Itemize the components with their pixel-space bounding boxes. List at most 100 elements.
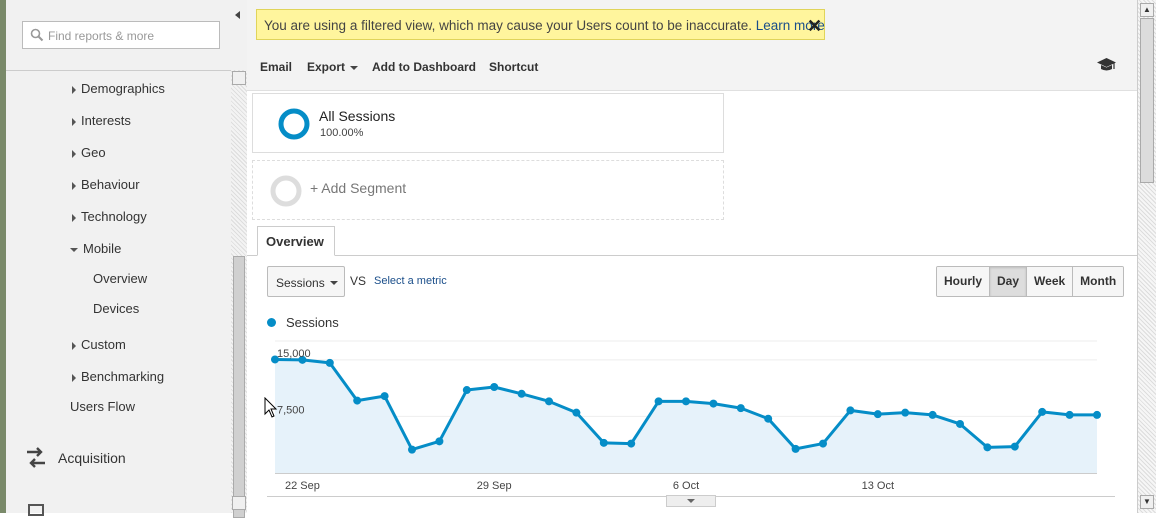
data-point[interactable] — [819, 439, 827, 448]
data-point[interactable] — [1093, 410, 1101, 419]
segment-percent: 100.00% — [320, 127, 364, 139]
sidebar-item-mobile-overview[interactable]: Overview — [93, 271, 147, 286]
export-button[interactable]: Export — [307, 60, 359, 74]
sidebar-item-interests[interactable]: Interests — [72, 113, 131, 128]
scroll-up-arrow-icon[interactable]: ▲ — [1140, 3, 1154, 17]
metric-dropdown-value: Sessions — [276, 276, 325, 290]
data-point[interactable] — [983, 443, 992, 452]
y-tick-label: 15,000 — [277, 348, 311, 360]
data-point[interactable] — [846, 406, 855, 415]
data-point[interactable] — [380, 392, 389, 401]
banner-text: You are using a filtered view, which may… — [264, 18, 753, 33]
sidebar-item-mobile[interactable]: Mobile — [70, 241, 121, 256]
x-tick-label: 22 Sep — [285, 480, 320, 492]
behavior-icon — [28, 504, 44, 516]
expand-arrow-icon — [72, 117, 76, 126]
period-day-button[interactable]: Day — [990, 267, 1028, 296]
search-placeholder: Find reports & more — [48, 29, 155, 43]
sidebar-item-custom[interactable]: Custom — [72, 337, 126, 352]
data-point[interactable] — [1065, 410, 1074, 419]
collapse-arrow-icon — [70, 247, 78, 252]
mouse-cursor-icon — [264, 397, 278, 418]
chevron-down-icon — [350, 65, 359, 70]
period-hourly-button[interactable]: Hourly — [937, 267, 991, 296]
data-point[interactable] — [764, 414, 773, 423]
email-button[interactable]: Email — [260, 60, 292, 74]
chart-collapse-handle[interactable] — [666, 495, 716, 507]
data-point[interactable] — [682, 397, 690, 406]
period-toggle-group: Hourly Day Week Month — [936, 266, 1125, 297]
expand-arrow-icon — [72, 373, 76, 382]
collapse-sidebar-icon[interactable] — [235, 11, 240, 19]
data-point[interactable] — [709, 399, 718, 408]
select-metric-link[interactable]: Select a metric — [374, 275, 447, 287]
add-to-dashboard-button[interactable]: Add to Dashboard — [372, 60, 476, 74]
search-input[interactable]: Find reports & more — [22, 21, 220, 49]
graduation-cap-icon[interactable] — [1096, 57, 1117, 73]
chevron-down-icon — [330, 281, 338, 285]
segment-all-sessions[interactable]: All Sessions 100.00% — [252, 93, 724, 153]
expand-arrow-icon — [72, 181, 76, 190]
sidebar-item-geo[interactable]: Geo — [72, 145, 106, 160]
add-segment[interactable]: + Add Segment — [252, 160, 724, 220]
data-point[interactable] — [654, 397, 663, 406]
close-icon[interactable]: ✕ — [807, 16, 822, 37]
sidebar-section-acquisition[interactable]: Acquisition — [24, 446, 126, 470]
sidebar-item-behaviour[interactable]: Behaviour — [72, 177, 140, 192]
x-tick-label: 13 Oct — [862, 480, 894, 492]
data-point[interactable] — [901, 408, 910, 417]
y-tick-label: 7,500 — [277, 404, 305, 416]
tab-divider — [247, 255, 1137, 256]
data-point[interactable] — [545, 397, 553, 406]
scroll-down-arrow-icon[interactable]: ▼ — [1140, 495, 1154, 509]
scroll-down-arrow-icon[interactable] — [232, 496, 246, 510]
shortcut-button[interactable]: Shortcut — [489, 60, 538, 74]
data-point[interactable] — [353, 396, 362, 405]
sidebar-item-technology[interactable]: Technology — [72, 209, 147, 224]
data-point[interactable] — [325, 358, 334, 367]
sidebar-item-benchmarking[interactable]: Benchmarking — [72, 369, 164, 384]
empty-segment-donut-icon — [270, 175, 302, 207]
sidebar-item-users-flow[interactable]: Users Flow — [70, 399, 135, 414]
data-point[interactable] — [490, 383, 499, 392]
data-point[interactable] — [873, 410, 882, 419]
x-tick-label: 29 Sep — [477, 480, 512, 492]
metric-dropdown[interactable]: Sessions — [267, 266, 345, 297]
expand-arrow-icon — [72, 149, 76, 158]
filtered-view-warning-banner: You are using a filtered view, which may… — [256, 9, 825, 40]
sidebar-collapse-area — [231, 0, 247, 70]
sidebar-scroll-thumb[interactable] — [233, 256, 245, 518]
data-point[interactable] — [791, 444, 800, 453]
x-tick-label: 6 Oct — [673, 480, 699, 492]
data-point[interactable] — [928, 410, 937, 419]
data-point[interactable] — [599, 438, 608, 447]
page-scrollbar[interactable]: ▲ ▼ — [1137, 0, 1156, 513]
scroll-up-arrow-icon[interactable] — [232, 71, 246, 85]
data-point[interactable] — [1038, 407, 1047, 416]
segment-name: All Sessions — [319, 108, 396, 124]
data-point[interactable] — [572, 408, 581, 417]
data-point[interactable] — [627, 439, 636, 448]
data-point[interactable] — [956, 419, 964, 428]
expand-arrow-icon — [72, 213, 76, 222]
period-week-button[interactable]: Week — [1027, 267, 1074, 296]
expand-arrow-icon — [72, 341, 76, 350]
segment-donut-icon — [278, 108, 310, 140]
data-point[interactable] — [517, 389, 526, 398]
vs-label: VS — [350, 274, 367, 288]
sidebar-divider — [6, 70, 232, 71]
data-point[interactable] — [408, 445, 416, 454]
legend-label: Sessions — [286, 315, 339, 330]
page-scroll-thumb[interactable] — [1140, 18, 1154, 183]
data-point[interactable] — [435, 437, 444, 446]
data-point[interactable] — [736, 404, 745, 413]
legend-marker — [267, 318, 276, 327]
sidebar-item-demographics[interactable]: Demographics — [72, 81, 165, 96]
period-month-button[interactable]: Month — [1073, 267, 1124, 296]
tab-overview[interactable]: Overview — [257, 226, 335, 256]
sidebar-scrollbar[interactable] — [231, 70, 247, 518]
data-point[interactable] — [462, 386, 471, 395]
sidebar-item-mobile-devices[interactable]: Devices — [93, 301, 139, 316]
sidebar — [6, 0, 233, 513]
data-point[interactable] — [1010, 442, 1019, 451]
